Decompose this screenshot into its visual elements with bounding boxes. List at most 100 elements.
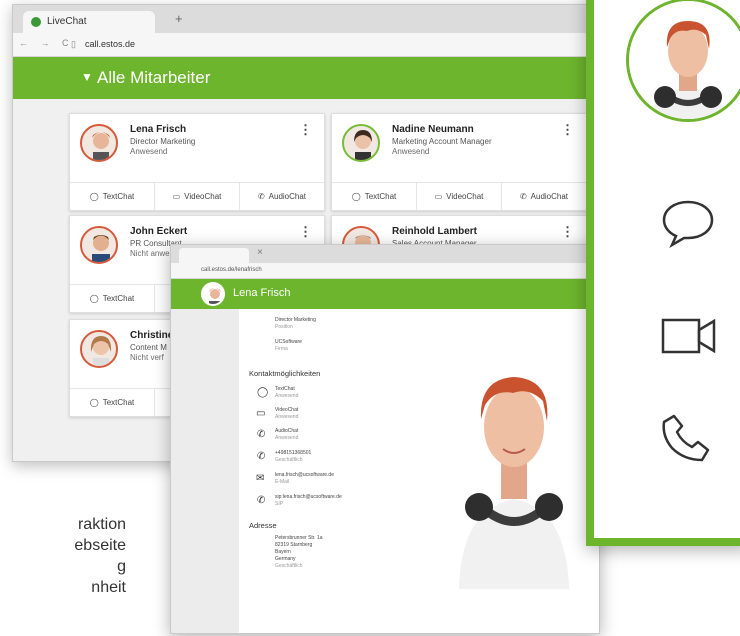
position-value: Director Marketing [275, 317, 316, 323]
url-text[interactable]: call.estos.de [85, 39, 135, 49]
employee-name: John Eckert [130, 226, 188, 237]
contact-label: lena.frisch@ucsoftware.de [275, 472, 334, 478]
contact-sub: E-Mail [275, 479, 290, 485]
nav-buttons[interactable]: ← → C [19, 38, 74, 48]
textchat-button[interactable]: ◯ TextChat [70, 389, 155, 416]
phone-icon[interactable]: ✆ [257, 429, 265, 440]
more-menu-icon[interactable]: ⋮ [299, 122, 312, 138]
contact-item[interactable]: lena.frisch@ucsoftware.de E-Mail [275, 472, 334, 486]
employee-name: Nadine Neumann [392, 124, 474, 135]
phone-icon[interactable]: ✆ [257, 495, 265, 506]
livechat-favicon-icon [31, 17, 41, 27]
employee-status: Nicht verf [130, 353, 164, 362]
phone-icon[interactable] [660, 412, 712, 464]
text-line: ebseite [74, 537, 126, 554]
audiochat-button[interactable]: ✆AudioChat [502, 183, 586, 210]
employee-name: Reinhold Lambert [392, 226, 478, 237]
marketing-text: raktion ebseite g nheit [0, 514, 126, 598]
textchat-button[interactable]: ◯ TextChat [70, 285, 155, 312]
contact-label: sip:lena.frisch@ucsoftware.de [275, 494, 342, 500]
contact-sub: SIP [275, 501, 284, 507]
video-camera-icon: ▭ [434, 192, 443, 201]
employee-role: Marketing Account Manager [392, 137, 492, 146]
employee-role: Director Marketing [130, 137, 196, 146]
new-tab-button[interactable]: + [175, 11, 183, 26]
employee-name: Christine [130, 330, 174, 341]
textchat-label: TextChat [364, 192, 397, 201]
text-line: g [117, 558, 126, 575]
position-label: Position [275, 324, 293, 330]
browser-tab[interactable]: LiveChat [23, 11, 155, 33]
contact-item[interactable]: AudioChat Anwesend [275, 428, 298, 442]
employee-status: Anwesend [392, 147, 430, 156]
contact-label: TextChat [275, 386, 295, 392]
avatar [201, 282, 225, 306]
contact-item[interactable]: TextChat Anwesend [275, 386, 298, 400]
address-line: Petersbrunner Str. 1a [275, 535, 323, 541]
address-block: Petersbrunner Str. 1a 82319 Starnberg Ba… [275, 535, 323, 570]
avatar [80, 124, 118, 162]
textchat-button[interactable]: ◯ TextChat [70, 183, 155, 210]
employee-card[interactable]: Lena Frisch Director Marketing Anwesend … [69, 113, 325, 211]
videochat-button[interactable]: ▭VideoChat [417, 183, 502, 210]
phone-icon: ✆ [257, 192, 265, 201]
phone-icon: ✆ [519, 192, 527, 201]
browser-tab[interactable] [179, 248, 249, 263]
address-bar[interactable]: ← → C ▯ call.estos.de [13, 33, 595, 57]
contact-item[interactable]: +498151368501 Geschäftlich [275, 450, 311, 464]
profile-header: Lena Frisch [171, 279, 599, 309]
employee-card[interactable]: Nadine Neumann Marketing Account Manager… [331, 113, 587, 211]
textchat-label: TextChat [102, 192, 135, 201]
text-line: nheit [91, 579, 126, 596]
mail-icon[interactable]: ✉ [256, 473, 264, 484]
video-camera-icon: ▭ [172, 192, 181, 201]
address-line: Bayern [275, 549, 291, 555]
speech-bubble-icon: ◯ [89, 398, 99, 407]
video-camera-icon[interactable] [660, 316, 718, 356]
contact-item[interactable]: sip:lena.frisch@ucsoftware.de SIP [275, 494, 342, 508]
textchat-button[interactable]: ◯ TextChat [332, 183, 417, 210]
more-menu-icon[interactable]: ⋮ [561, 224, 574, 240]
more-menu-icon[interactable]: ⋮ [561, 122, 574, 138]
contact-sub: Geschäftlich [275, 457, 303, 463]
chevron-down-icon[interactable]: ▼ [81, 70, 93, 84]
contact-widget-panel [586, 0, 740, 546]
videochat-label: VideoChat [184, 192, 222, 201]
more-menu-icon[interactable]: ⋮ [299, 224, 312, 240]
avatar [626, 0, 740, 122]
address-heading: Adresse [249, 521, 277, 530]
contact-sub: Anwesend [275, 393, 299, 399]
company-value: UCSoftware [275, 339, 302, 345]
page-title: Alle Mitarbeiter [97, 68, 211, 87]
speech-bubble-icon[interactable]: ◯ [257, 387, 268, 398]
tab-title: LiveChat [47, 16, 87, 27]
company-label: Firma [275, 346, 288, 352]
close-tab-icon[interactable]: × [257, 247, 263, 258]
speech-bubble-icon: ◯ [89, 192, 99, 201]
contact-item[interactable]: VideoChat Anwesend [275, 407, 298, 421]
audiochat-label: AudioChat [530, 192, 569, 201]
profile-name: Lena Frisch [233, 287, 291, 299]
avatar [80, 226, 118, 264]
avatar [80, 330, 118, 368]
page-icon: ▯ [71, 39, 76, 49]
audiochat-button[interactable]: ✆AudioChat [240, 183, 324, 210]
url-text[interactable]: call.estos.de/lenafrisch [201, 267, 262, 273]
phone-icon[interactable]: ✆ [257, 451, 265, 462]
video-camera-icon[interactable]: ▭ [256, 408, 265, 419]
avatar [342, 124, 380, 162]
videochat-label: VideoChat [446, 192, 484, 201]
textchat-label: TextChat [102, 398, 135, 407]
contact-sub: Anwesend [275, 414, 299, 420]
address-line: Germany [275, 556, 296, 562]
address-bar[interactable]: call.estos.de/lenafrisch [171, 263, 599, 279]
speech-bubble-icon[interactable] [660, 198, 716, 248]
contacts-heading: Kontaktmöglichkeiten [249, 369, 321, 378]
browser-window-detail: × call.estos.de/lenafrisch Lena Frisch D… [170, 244, 600, 634]
contact-sub: Anwesend [275, 435, 299, 441]
contact-label: VideoChat [275, 407, 299, 413]
app-header: ▼ Alle Mitarbeiter [13, 57, 595, 99]
profile-content: Director Marketing Position UCSoftware F… [239, 309, 599, 633]
sidebar [171, 309, 239, 633]
videochat-button[interactable]: ▭VideoChat [155, 183, 240, 210]
